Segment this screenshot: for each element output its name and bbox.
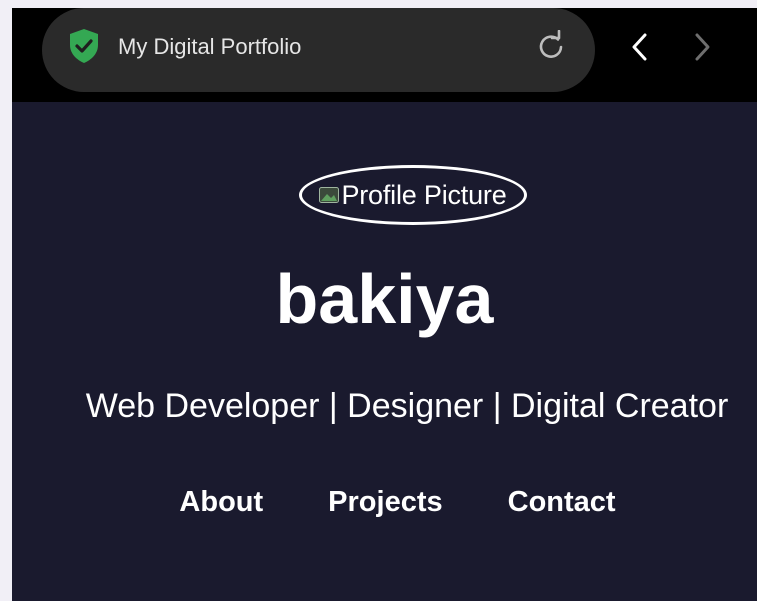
tagline: Web Developer | Designer | Digital Creat… [85,387,729,425]
broken-image-icon [319,187,340,203]
address-bar[interactable]: My Digital Portfolio [42,8,595,92]
avatar: Profile Picture [299,165,527,225]
nav-link-contact[interactable]: Contact [508,486,616,519]
nav-link-about[interactable]: About [179,486,263,519]
avatar-alt-text: Profile Picture [341,179,507,210]
profile-name: bakiya [275,260,494,338]
chevron-left-icon[interactable] [626,30,654,64]
site-nav: About Projects Contact [12,486,757,519]
phone-screen: My Digital Portfolio Profile Picture bak… [12,8,757,601]
reload-icon[interactable] [534,30,568,64]
chevron-right-icon[interactable] [688,30,716,64]
nav-link-projects[interactable]: Projects [328,486,442,519]
browser-toolbar: My Digital Portfolio [12,8,757,102]
shield-check-icon[interactable] [68,28,100,64]
page-title[interactable]: My Digital Portfolio [118,34,301,60]
portfolio-page: Profile Picture bakiya Web Developer | D… [12,102,757,601]
